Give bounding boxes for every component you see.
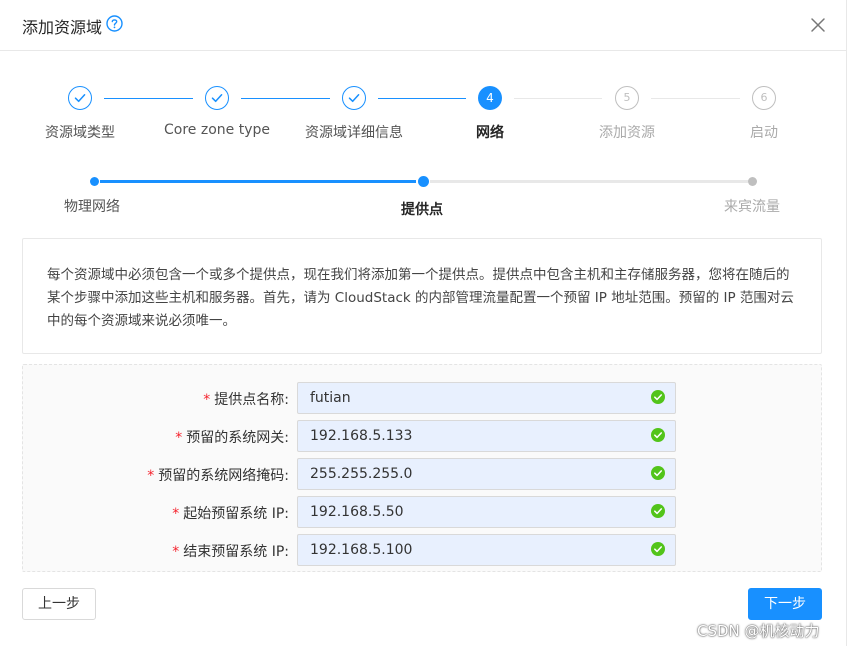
substep-3-label: 来宾流量 bbox=[724, 199, 780, 215]
required-mark: * bbox=[147, 468, 155, 484]
step-6-number: 6 bbox=[752, 86, 776, 110]
substep-3-dot bbox=[748, 177, 757, 186]
network-substeps: 物理网络 提供点 来宾流量 bbox=[0, 172, 847, 218]
dialog-title: 添加资源域 bbox=[22, 18, 103, 37]
required-mark: * bbox=[175, 430, 183, 446]
prev-step-button[interactable]: 上一步 bbox=[22, 588, 96, 620]
dialog-header: 添加资源域 bbox=[0, 0, 847, 51]
step-connector bbox=[241, 98, 330, 99]
substep-2-dot bbox=[418, 176, 429, 187]
substep-connector bbox=[430, 180, 748, 183]
netmask-label: * 预留的系统网络掩码: bbox=[147, 465, 289, 485]
form-row-end-ip: * 结束预留系统 IP: bbox=[23, 534, 823, 566]
start-ip-label-text: 起始预留系统 IP: bbox=[183, 506, 289, 522]
step-4-label: 网络 bbox=[476, 125, 504, 141]
required-mark: * bbox=[203, 392, 211, 408]
step-connector bbox=[104, 98, 193, 99]
pod-form: *提供点名称: *预留的系统网关: *预留的系统网络掩码: *起始预留系统 IP… bbox=[22, 364, 822, 572]
start-ip-input[interactable] bbox=[297, 496, 676, 528]
step-connector bbox=[514, 98, 602, 99]
required-mark: * bbox=[172, 506, 180, 522]
form-row-pod-name: * 提供点名称: bbox=[23, 382, 823, 414]
netmask-label-text: 预留的系统网络掩码: bbox=[158, 468, 289, 484]
substep-2-label: 提供点 bbox=[401, 202, 443, 218]
question-circle-icon[interactable] bbox=[106, 15, 123, 32]
step-5-label: 添加资源 bbox=[599, 125, 655, 141]
gateway-input[interactable] bbox=[297, 420, 676, 452]
pod-name-label-text: 提供点名称: bbox=[214, 392, 289, 408]
next-step-button[interactable]: 下一步 bbox=[748, 588, 822, 620]
pod-description: 每个资源域中必须包含一个或多个提供点，现在我们将添加第一个提供点。提供点中包含主… bbox=[22, 238, 822, 354]
start-ip-label: * 起始预留系统 IP: bbox=[172, 503, 289, 523]
check-circle-icon bbox=[651, 466, 665, 480]
substep-1-label: 物理网络 bbox=[64, 199, 120, 215]
form-row-gateway: * 预留的系统网关: bbox=[23, 420, 823, 452]
step-1-label: 资源域类型 bbox=[45, 125, 115, 141]
step-3-label: 资源域详细信息 bbox=[305, 125, 403, 141]
step-1-check-icon bbox=[68, 86, 92, 110]
form-row-start-ip: * 起始预留系统 IP: bbox=[23, 496, 823, 528]
step-6-label: 启动 bbox=[750, 125, 778, 141]
add-zone-dialog: 添加资源域 4 5 6 资源域类型 Core zone type 资源域详细信息 bbox=[0, 0, 847, 646]
substep-connector bbox=[100, 180, 416, 183]
substep-1-dot bbox=[90, 177, 99, 186]
main-steps: 4 5 6 资源域类型 Core zone type 资源域详细信息 网络 添加… bbox=[0, 84, 847, 144]
step-2-label: Core zone type bbox=[164, 122, 270, 138]
netmask-input[interactable] bbox=[297, 458, 676, 490]
gateway-label: * 预留的系统网关: bbox=[175, 427, 289, 447]
pod-name-label: * 提供点名称: bbox=[203, 389, 289, 409]
check-circle-icon bbox=[651, 390, 665, 404]
required-mark: * bbox=[172, 544, 180, 560]
step-2-check-icon bbox=[205, 86, 229, 110]
end-ip-label-text: 结束预留系统 IP: bbox=[183, 544, 289, 560]
end-ip-label: * 结束预留系统 IP: bbox=[172, 541, 289, 561]
check-circle-icon bbox=[651, 504, 665, 518]
step-connector bbox=[378, 98, 466, 99]
close-icon[interactable] bbox=[808, 15, 828, 35]
gateway-label-text: 预留的系统网关: bbox=[186, 430, 289, 446]
check-circle-icon bbox=[651, 542, 665, 556]
step-3-check-icon bbox=[342, 86, 366, 110]
pod-name-input[interactable] bbox=[297, 382, 676, 414]
step-connector bbox=[651, 98, 740, 99]
step-4-number: 4 bbox=[478, 86, 502, 110]
end-ip-input[interactable] bbox=[297, 534, 676, 566]
step-5-number: 5 bbox=[615, 86, 639, 110]
form-row-netmask: * 预留的系统网络掩码: bbox=[23, 458, 823, 490]
csdn-watermark: CSDN @机核动力 bbox=[697, 622, 820, 640]
check-circle-icon bbox=[651, 428, 665, 442]
